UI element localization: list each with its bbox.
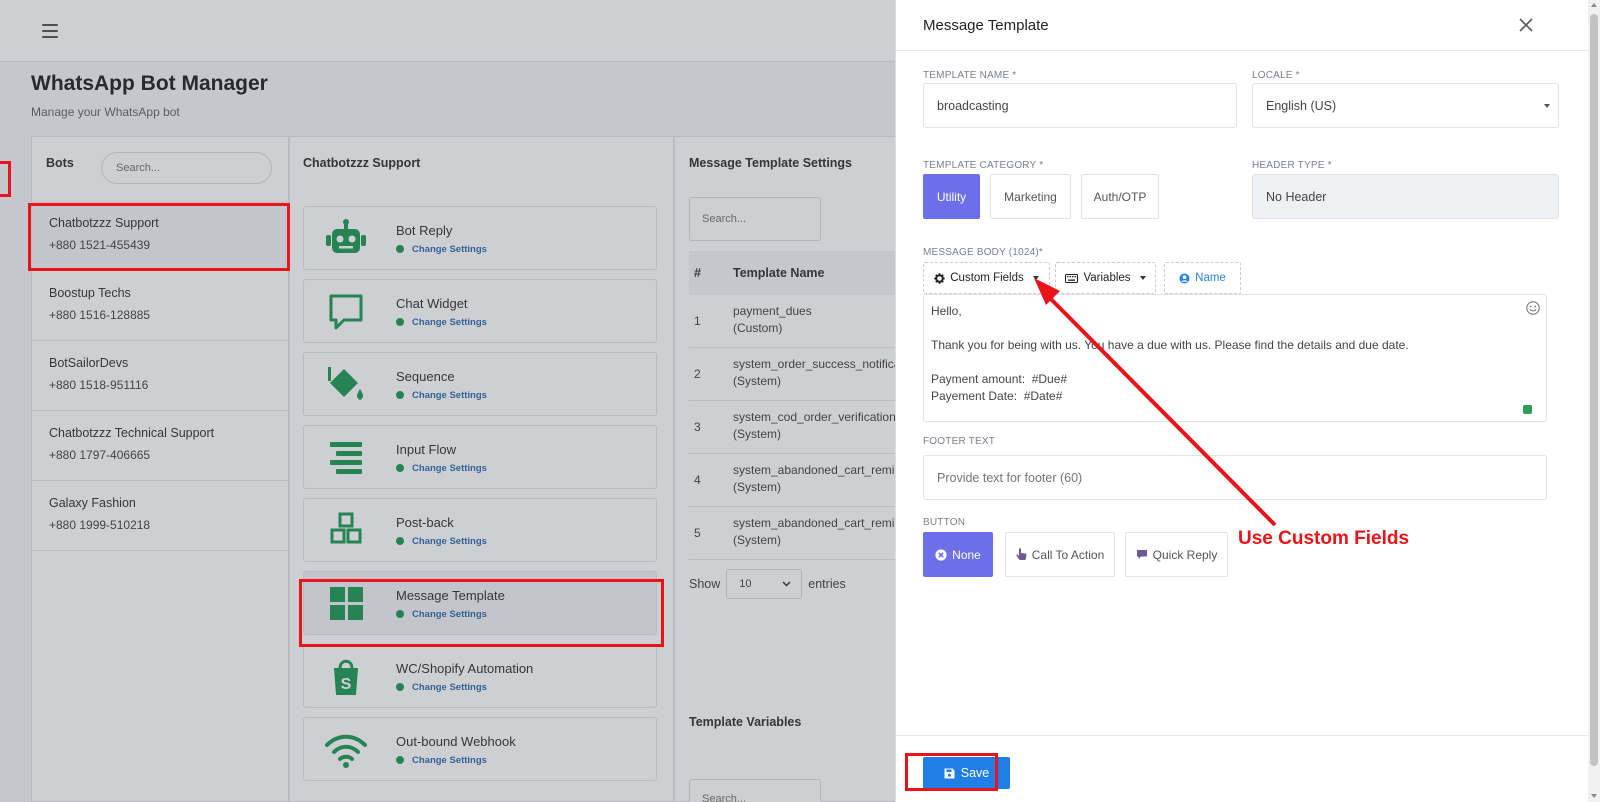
- message-line: Hello,: [931, 304, 962, 318]
- modal-title: Message Template: [923, 17, 1049, 34]
- locale-label: LOCALE *: [1252, 70, 1300, 81]
- annotation-text: Use Custom Fields: [1238, 528, 1410, 549]
- highlight-box: [28, 203, 290, 271]
- button-quick-reply-option[interactable]: Quick Reply: [1125, 532, 1228, 577]
- resize-handle[interactable]: [1523, 405, 1532, 414]
- insert-name-button[interactable]: Name: [1164, 262, 1241, 294]
- quick-reply-label: Quick Reply: [1152, 547, 1218, 562]
- modal-header: Message Template: [896, 0, 1589, 51]
- x-circle-icon: [935, 548, 947, 561]
- button-none-option[interactable]: None: [923, 532, 993, 577]
- highlight-box: [905, 753, 998, 791]
- header-type-select[interactable]: No Header: [1252, 174, 1559, 219]
- caret-down-icon: [1544, 104, 1550, 108]
- modal-backdrop[interactable]: [0, 0, 895, 802]
- message-line: Payment amount: #Due#: [931, 372, 1068, 386]
- scroll-up-icon[interactable]: [1591, 3, 1597, 7]
- user-circle-icon: [1179, 272, 1190, 284]
- custom-fields-label: Custom Fields: [950, 272, 1024, 284]
- emoji-icon[interactable]: [1526, 301, 1540, 315]
- message-line: [931, 320, 1539, 337]
- highlight-box: [0, 161, 11, 197]
- modal-footer: Save: [896, 735, 1589, 802]
- locale-select[interactable]: English (US): [1252, 83, 1559, 128]
- message-line: Payement Date: #Date#: [931, 389, 1063, 403]
- footer-text-label: FOOTER TEXT: [923, 436, 996, 447]
- scrollbar-thumb[interactable]: [1590, 14, 1598, 766]
- page-scrollbar[interactable]: [1588, 0, 1600, 802]
- message-template-modal: Message Template TEMPLATE NAME * broadca…: [895, 0, 1589, 802]
- comment-icon: [1136, 550, 1147, 559]
- footer-text-input[interactable]: [923, 455, 1547, 500]
- scroll-down-icon[interactable]: [1591, 794, 1597, 798]
- button-none-label: None: [952, 547, 981, 562]
- button-label: BUTTON: [923, 517, 966, 528]
- message-line: Thank you for being with us. You have a …: [931, 338, 1409, 352]
- message-body-textarea[interactable]: Hello, Thank you for being with us. You …: [923, 294, 1547, 422]
- pointer-hand-icon: [1016, 548, 1027, 560]
- variables-label: Variables: [1083, 272, 1131, 284]
- template-name-label: TEMPLATE NAME *: [923, 70, 1017, 81]
- message-body-label: MESSAGE BODY (1024)*: [923, 247, 1043, 258]
- template-category-label: TEMPLATE CATEGORY *: [923, 160, 1044, 171]
- call-to-action-label: Call To Action: [1031, 547, 1105, 562]
- gear-icon: [934, 272, 945, 284]
- category-utility-button[interactable]: Utility: [923, 174, 980, 219]
- variables-dropdown[interactable]: Variables: [1055, 262, 1156, 294]
- category-auth-otp-button[interactable]: Auth/OTP: [1081, 174, 1159, 219]
- name-label: Name: [1195, 272, 1226, 284]
- category-marketing-button[interactable]: Marketing: [990, 174, 1071, 219]
- caret-down-icon: [1032, 276, 1039, 280]
- message-line: [931, 354, 1539, 371]
- close-icon[interactable]: [1518, 17, 1534, 33]
- button-call-to-action-option[interactable]: Call To Action: [1005, 532, 1115, 577]
- caret-down-icon: [1139, 276, 1146, 280]
- custom-fields-dropdown[interactable]: Custom Fields: [923, 262, 1050, 294]
- keyboard-icon: [1065, 273, 1079, 283]
- highlight-box: [299, 579, 664, 647]
- header-type-label: HEADER TYPE *: [1252, 160, 1332, 171]
- template-name-input[interactable]: broadcasting: [923, 83, 1237, 128]
- locale-value: English (US): [1266, 98, 1337, 113]
